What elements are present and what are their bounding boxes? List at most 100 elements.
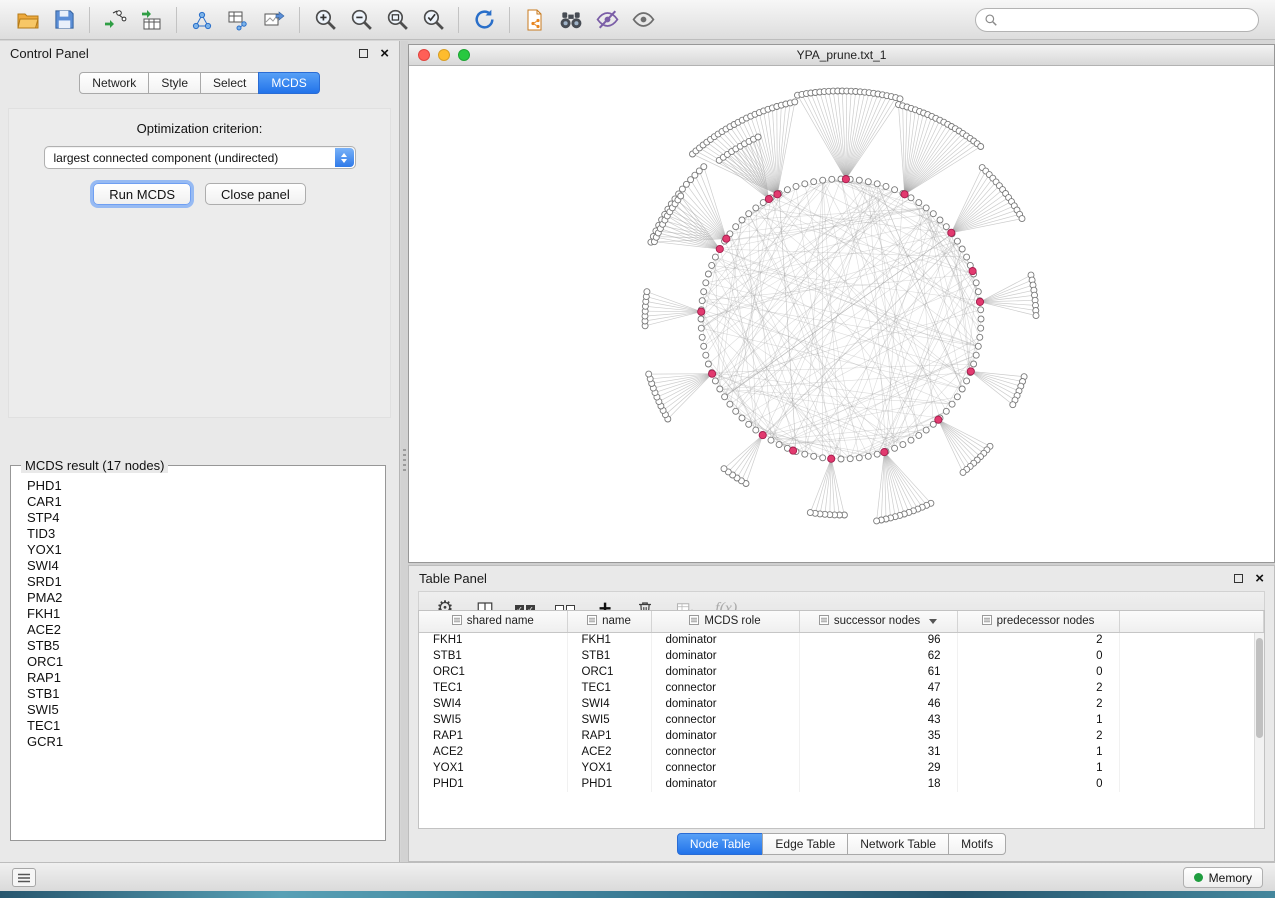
close-panel-button[interactable]: Close panel <box>205 183 306 205</box>
column-grip-icon <box>587 615 597 628</box>
table-row[interactable]: STB1STB1dominator620 <box>419 648 1264 664</box>
new-network-icon[interactable] <box>184 5 220 35</box>
toolbar-separator <box>509 7 510 33</box>
mcds-result-item[interactable]: TEC1 <box>17 718 379 734</box>
sort-caret-icon <box>929 619 937 624</box>
column-header-name[interactable]: name <box>567 611 651 632</box>
mcds-result-item[interactable]: STP4 <box>17 510 379 526</box>
table-header-row: shared name name MCDS role successor nod… <box>419 611 1264 632</box>
open-file-icon[interactable] <box>10 5 46 35</box>
table-row[interactable]: FKH1FKH1dominator962 <box>419 632 1264 648</box>
close-table-panel-icon[interactable]: × <box>1255 574 1264 584</box>
network-from-table-icon[interactable] <box>220 5 256 35</box>
zoom-out-icon[interactable] <box>343 5 379 35</box>
minimize-window-button[interactable] <box>438 49 450 61</box>
mcds-result-title: MCDS result (17 nodes) <box>21 458 168 473</box>
search-icon <box>984 13 998 27</box>
search-input[interactable] <box>975 8 1259 32</box>
tab-node-table[interactable]: Node Table <box>677 833 764 855</box>
mcds-result-item[interactable]: CAR1 <box>17 494 379 510</box>
table-scrollbar[interactable] <box>1254 633 1264 828</box>
table-row[interactable]: TEC1TEC1connector472 <box>419 680 1264 696</box>
status-list-icon[interactable] <box>12 868 36 887</box>
tab-network-table[interactable]: Network Table <box>847 833 949 855</box>
main-toolbar <box>0 0 1275 40</box>
maximize-window-button[interactable] <box>458 49 470 61</box>
mcds-result-item[interactable]: FKH1 <box>17 606 379 622</box>
network-canvas[interactable] <box>409 67 1274 562</box>
mcds-result-group: MCDS result (17 nodes) PHD1CAR1STP4TID3Y… <box>10 465 386 841</box>
table-row[interactable]: PHD1PHD1dominator180 <box>419 776 1264 792</box>
column-header-successor-nodes[interactable]: successor nodes <box>799 611 957 632</box>
mcds-result-item[interactable]: SWI4 <box>17 558 379 574</box>
mcds-result-item[interactable]: ORC1 <box>17 654 379 670</box>
table-row[interactable]: SWI5SWI5connector431 <box>419 712 1264 728</box>
column-grip-icon <box>982 615 992 628</box>
apply-layout-icon[interactable] <box>466 5 502 35</box>
splitter-grip <box>403 449 406 471</box>
column-header-shared-name[interactable]: shared name <box>419 611 567 632</box>
mcds-result-item[interactable]: PHD1 <box>17 478 379 494</box>
network-window-title: YPA_prune.txt_1 <box>797 48 887 62</box>
column-header-filler <box>1119 611 1264 632</box>
mcds-result-item[interactable]: SRD1 <box>17 574 379 590</box>
control-panel-title: Control Panel <box>10 46 89 61</box>
optimization-criterion-dropdown[interactable]: largest connected component (undirected) <box>44 146 356 169</box>
column-header-predecessor-nodes[interactable]: predecessor nodes <box>957 611 1119 632</box>
zoom-fit-icon[interactable] <box>379 5 415 35</box>
network-canvas-wrap <box>409 67 1274 562</box>
control-panel-tabs: Network Style Select MCDS <box>0 72 399 94</box>
mcds-result-item[interactable]: TID3 <box>17 526 379 542</box>
table-row[interactable]: RAP1RAP1dominator352 <box>419 728 1264 744</box>
mcds-result-item[interactable]: SWI5 <box>17 702 379 718</box>
mcds-result-item[interactable]: RAP1 <box>17 670 379 686</box>
optimization-criterion-label: Optimization criterion: <box>9 121 390 136</box>
float-panel-icon[interactable] <box>359 49 368 58</box>
table-row[interactable]: ORC1ORC1dominator610 <box>419 664 1264 680</box>
zoom-in-icon[interactable] <box>307 5 343 35</box>
close-window-button[interactable] <box>418 49 430 61</box>
toolbar-separator <box>89 7 90 33</box>
close-panel-icon[interactable]: × <box>380 49 389 59</box>
table-panel-tabs: Node Table Edge Table Network Table Moti… <box>409 833 1274 855</box>
vertical-splitter[interactable] <box>401 41 408 862</box>
tab-edge-table[interactable]: Edge Table <box>762 833 848 855</box>
mcds-result-item[interactable]: GCR1 <box>17 734 379 750</box>
memory-button[interactable]: Memory <box>1183 867 1263 888</box>
tab-select[interactable]: Select <box>200 72 259 94</box>
export-image-icon[interactable] <box>256 5 292 35</box>
run-mcds-button[interactable]: Run MCDS <box>93 183 191 205</box>
column-header-mcds-role[interactable]: MCDS role <box>651 611 799 632</box>
import-table-icon[interactable] <box>133 5 169 35</box>
mcds-result-item[interactable]: PMA2 <box>17 590 379 606</box>
float-table-panel-icon[interactable] <box>1234 574 1243 583</box>
dropdown-stepper-icon <box>335 148 354 167</box>
table-row[interactable]: SWI4SWI4dominator462 <box>419 696 1264 712</box>
save-session-icon[interactable] <box>46 5 82 35</box>
search-network-icon[interactable] <box>553 5 589 35</box>
tab-network[interactable]: Network <box>79 72 149 94</box>
tab-mcds[interactable]: MCDS <box>258 72 319 94</box>
control-panel: Control Panel × Network Style Select MCD… <box>0 41 400 862</box>
mcds-result-item[interactable]: ACE2 <box>17 622 379 638</box>
zoom-selected-icon[interactable] <box>415 5 451 35</box>
mcds-result-item[interactable]: YOX1 <box>17 542 379 558</box>
tab-motifs[interactable]: Motifs <box>948 833 1006 855</box>
hide-selected-icon[interactable] <box>589 5 625 35</box>
export-network-icon[interactable] <box>517 5 553 35</box>
dropdown-selected-value: largest connected component (undirected) <box>54 151 279 165</box>
network-window-titlebar: YPA_prune.txt_1 <box>409 45 1274 66</box>
table-row[interactable]: ACE2ACE2connector311 <box>419 744 1264 760</box>
show-all-icon[interactable] <box>625 5 661 35</box>
table-scrollbar-thumb[interactable] <box>1256 638 1263 738</box>
mcds-result-item[interactable]: STB5 <box>17 638 379 654</box>
mcds-panel-content: Optimization criterion: largest connecte… <box>8 108 391 418</box>
mcds-result-list: PHD1CAR1STP4TID3YOX1SWI4SRD1PMA2FKH1ACE2… <box>17 476 379 834</box>
toolbar-separator <box>176 7 177 33</box>
tab-style[interactable]: Style <box>148 72 201 94</box>
status-bar: Memory <box>0 862 1275 891</box>
desktop-wallpaper-strip <box>0 891 1275 898</box>
table-row[interactable]: YOX1YOX1connector291 <box>419 760 1264 776</box>
mcds-result-item[interactable]: STB1 <box>17 686 379 702</box>
import-network-icon[interactable] <box>97 5 133 35</box>
